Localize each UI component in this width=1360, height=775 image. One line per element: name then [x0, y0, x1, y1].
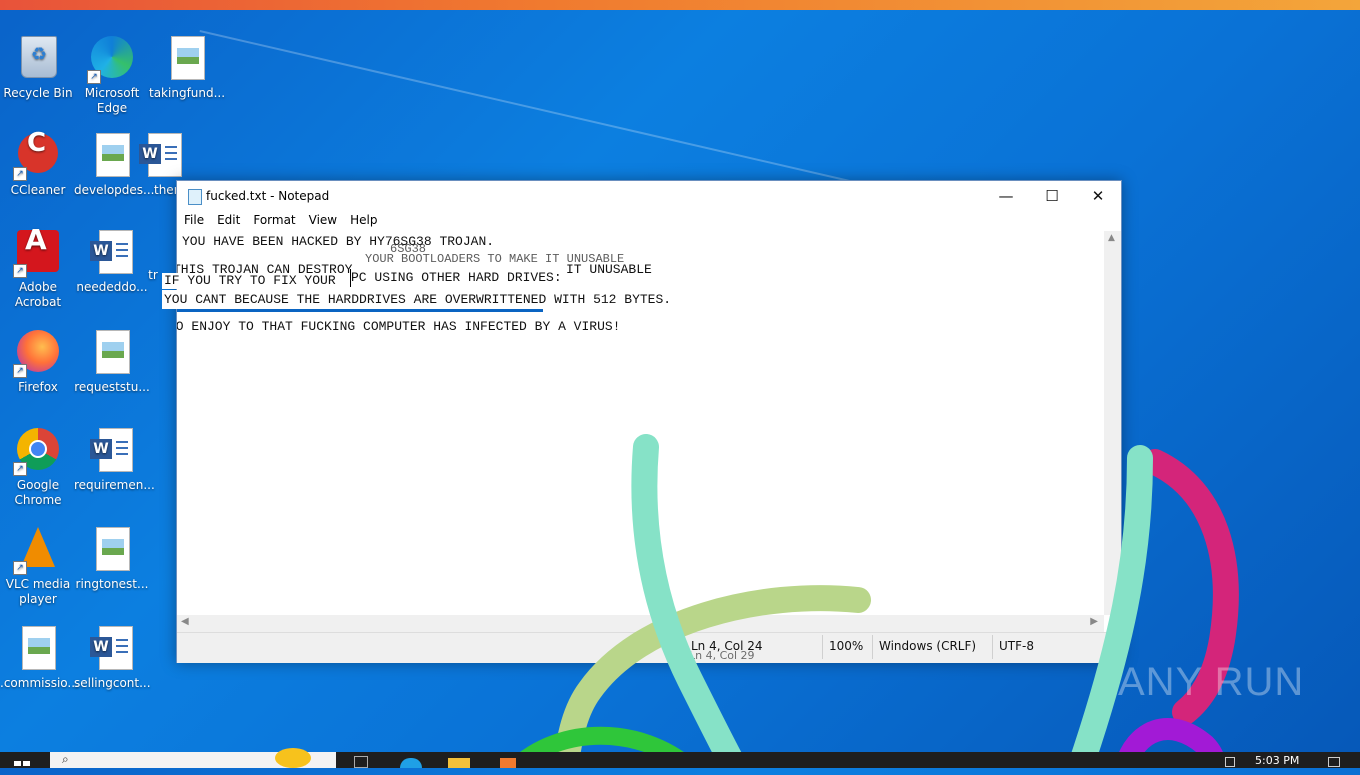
network-icon[interactable]	[1225, 757, 1235, 767]
taskbar-search-box[interactable]: ⌕	[50, 748, 336, 768]
paint-strokes-overlay	[506, 434, 1239, 768]
anyrun-watermark: ANY RUN	[1118, 660, 1305, 704]
notification-icon[interactable]	[1328, 757, 1340, 767]
search-icon: ⌕	[62, 752, 69, 766]
weather-icon	[275, 748, 311, 768]
taskbar-app-icon[interactable]	[500, 758, 516, 768]
start-button[interactable]	[12, 756, 32, 768]
task-view-icon[interactable]	[354, 756, 368, 768]
teal-stroke-right	[1067, 445, 1153, 768]
file-explorer-icon[interactable]	[448, 758, 470, 768]
taskbar-clock[interactable]: 5:03 PM	[1255, 754, 1299, 767]
